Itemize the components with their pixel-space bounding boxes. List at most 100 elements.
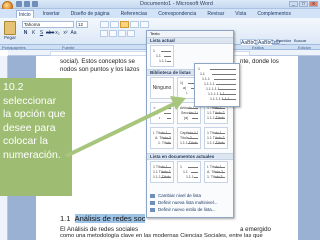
maximize-button[interactable]: □ <box>299 1 308 7</box>
tab-referencias[interactable]: Referencias <box>119 10 150 18</box>
list-level-1: 1 <box>153 49 171 53</box>
heading-text-selected: Análisis de redes soc <box>74 214 146 223</box>
list-level-1: I. Título 1 <box>153 131 171 135</box>
bold-button[interactable]: N <box>22 30 29 37</box>
change-list-level-option[interactable]: Cambiar nivel de lista <box>147 193 233 199</box>
list-level-3: 1.1.1 <box>159 59 171 63</box>
list-level-2: ◆ <box>156 111 171 115</box>
list-level-2: 1.1 <box>183 170 198 174</box>
close-button[interactable]: x <box>309 1 318 7</box>
preview-level-2: 1.1 <box>200 72 236 76</box>
preview-level-4: 1.1.1.1 <box>204 82 236 86</box>
tab-insertar[interactable]: Insertar <box>41 10 62 18</box>
quick-access-toolbar <box>16 1 38 7</box>
tab-vista[interactable]: Vista <box>233 10 248 18</box>
tab-inicio[interactable]: Inicio <box>16 10 34 18</box>
paragraph-align-buttons <box>100 30 135 37</box>
list-option-bullets[interactable]: ➢ ◆ • <box>150 102 174 124</box>
strikethrough-button[interactable]: abe <box>46 30 54 37</box>
heading-number: 1.1 <box>60 214 71 223</box>
tab-diseno[interactable]: Diseño de página <box>69 10 112 18</box>
multilevel-list-icon[interactable] <box>120 21 129 28</box>
instruction-callout: 10.2 seleccionar la opción que desee par… <box>0 78 72 196</box>
align-left-icon[interactable] <box>100 30 108 37</box>
subscript-button[interactable]: x₂ <box>54 30 61 37</box>
list-level-3: 1. Título 3 <box>158 141 171 145</box>
bullets-icon[interactable] <box>100 21 109 28</box>
list-level-2: 1.1 <box>156 54 171 58</box>
list-level-3: 1.1.1 Título 3 <box>180 141 198 145</box>
title-bar: Documento1 - Microsoft Word _ □ x <box>0 0 320 12</box>
underline-button[interactable]: S <box>38 30 45 37</box>
list-level-3: 1.1.1 Título 3 <box>207 116 225 120</box>
doc-line-1-right: nte, donde los <box>240 58 279 65</box>
define-list-style-option[interactable]: Definir nuevo estilo de lista... <box>147 207 233 213</box>
preview-level-5: 1.1.1.1.1 <box>206 87 236 91</box>
numbering-icon[interactable] <box>110 21 119 28</box>
doc-heading: 1.1 Análisis de redes soc <box>60 214 146 223</box>
font-name-select[interactable]: Tahoma <box>22 21 74 28</box>
doc-line-1: social). Estos conceptos se <box>60 58 135 65</box>
superscript-button[interactable]: x² <box>62 30 69 37</box>
justify-icon[interactable] <box>127 30 135 37</box>
tab-complementos[interactable]: Complementos <box>255 10 293 18</box>
list-level-2: A. Título 2 <box>155 136 171 140</box>
paste-label[interactable]: Pegar <box>4 35 16 40</box>
redo-icon[interactable] <box>32 1 38 7</box>
list-level-3: 1.1.1 <box>186 175 198 179</box>
list-option-roman-heading[interactable]: I. Título 1 A. Título 2 1. Título 3 <box>150 127 174 149</box>
doc-list-option-3[interactable]: I. Título 1 A. Título 2 1. Título 3 <box>204 161 228 183</box>
preview-level-3: 1.1.1 <box>202 77 236 81</box>
list-level-1: Capítulo 1 Título <box>180 131 198 135</box>
list-level-3: 1. Título 3 <box>207 175 225 179</box>
define-multilevel-list-option[interactable]: Definir nueva lista multinivel... <box>147 200 233 206</box>
font-format-buttons: N K S abe x₂ x² Aa <box>22 30 77 37</box>
doc-line-2: nodos son puntos y los lazos <box>60 66 140 73</box>
define-style-icon <box>150 208 155 212</box>
list-option-heading-numbered[interactable]: 1 Título 1 1.1 Título 2 1.1.1 Título 3 <box>204 127 228 149</box>
paragraph-list-buttons <box>100 21 149 28</box>
doc-list-option-1[interactable]: 1 Título 1 1.1 Título 2 1.1.1 Título 3 <box>150 161 174 183</box>
window-controls: _ □ x <box>289 1 318 7</box>
list-level-1: ➢ <box>153 106 171 110</box>
italic-button[interactable]: K <box>30 30 37 37</box>
doc-para-line-1: El Análisis de redes sociales <box>60 226 139 233</box>
align-right-icon[interactable] <box>118 30 126 37</box>
list-level-2: Sección 1.01 <box>181 111 198 115</box>
doc-para-line-1-right: a emergido <box>240 226 271 233</box>
list-level-2: 1.1 Título 2 <box>153 170 171 174</box>
list-level-2: 1.1 Título 2 <box>207 111 225 115</box>
list-level-3: • <box>159 116 171 120</box>
list-level-2: 1.1 Título 2 <box>207 136 225 140</box>
list-option-none[interactable]: Ninguno <box>150 77 174 99</box>
change-case-button[interactable]: Aa <box>70 30 77 37</box>
align-center-icon[interactable] <box>109 30 117 37</box>
undo-icon[interactable] <box>24 1 30 7</box>
define-list-icon <box>150 201 155 205</box>
minimize-button[interactable]: _ <box>289 1 298 7</box>
paste-icon[interactable] <box>4 21 16 35</box>
increase-indent-icon[interactable] <box>140 21 149 28</box>
instruction-text: 10.2 seleccionar la opción que desee par… <box>3 81 66 161</box>
tab-correspondencia[interactable]: Correspondencia <box>156 10 198 18</box>
save-icon[interactable] <box>16 1 22 7</box>
font-size-select[interactable]: 12 <box>76 21 88 28</box>
section-document-lists: Lista en documentos actuales <box>147 153 233 160</box>
section-current-list: Lista actual <box>147 37 233 44</box>
preview-level-1: 1 <box>198 67 236 71</box>
list-level-1: 1 Título 1 <box>153 165 171 169</box>
list-level-3: (a) <box>184 116 198 120</box>
list-option-current[interactable]: 1 1.1 1.1.1 <box>150 45 174 67</box>
list-level-1: 1 Título 1 <box>207 131 225 135</box>
list-level-2: A. Título 2 <box>207 170 225 174</box>
preview-level-6: 1.1.1.1.1.1 <box>208 92 236 96</box>
change-list-level-label: Cambiar nivel de lista <box>158 193 202 198</box>
define-multilevel-list-label: Definir nueva lista multinivel... <box>158 200 218 205</box>
tab-revisar[interactable]: Revisar <box>205 10 226 18</box>
list-option-chapter[interactable]: Capítulo 1 Título Título 2 1.1.1 Título … <box>177 127 201 149</box>
doc-list-option-2[interactable]: 1 1.1 1.1.1 <box>177 161 201 183</box>
ribbon-tabs: Inicio Insertar Diseño de página Referen… <box>0 9 320 18</box>
list-preview-tooltip: 1 1.1 1.1.1 1.1.1.1 1.1.1.1.1 1.1.1.1.1.… <box>194 63 240 107</box>
decrease-indent-icon[interactable] <box>130 21 139 28</box>
preview-level-7: 1.1.1.1.1.1.1 <box>210 97 236 101</box>
